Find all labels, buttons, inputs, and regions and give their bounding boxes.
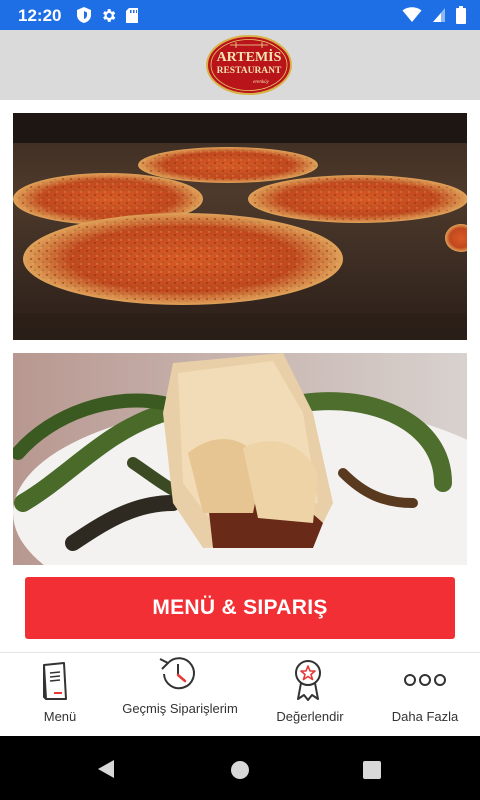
content-area	[0, 100, 480, 565]
status-left-icons	[76, 6, 139, 24]
nav-label-more: Daha Fazla	[391, 709, 459, 724]
restaurant-logo: ARTEMİS RESTAURANT erenköy	[206, 35, 292, 95]
wrap-image	[13, 353, 467, 565]
logo-tagline: erenköy	[253, 80, 269, 85]
gear-icon	[103, 8, 116, 22]
wifi-icon	[402, 7, 422, 22]
battery-icon	[456, 6, 466, 24]
nav-label-menu: Menü	[43, 709, 77, 724]
menu-book-icon	[43, 662, 67, 700]
nav-item-rate[interactable]: Değerlendir	[250, 653, 370, 737]
nav-item-order-history[interactable]: Geçmiş Siparişlerim	[120, 653, 240, 737]
food-photo-lahmacun[interactable]	[13, 113, 467, 340]
cta-area: MENÜ & SIPARIŞ	[0, 565, 480, 652]
logo-line1: ARTEMİS	[217, 48, 282, 65]
shield-icon	[77, 7, 91, 23]
bottom-nav: Menü Geçmiş Siparişlerim Değerlendir Dah…	[0, 652, 480, 737]
status-time: 12:20	[18, 6, 62, 25]
sd-card-icon	[126, 7, 138, 23]
signal-icon	[433, 8, 445, 22]
lahmacun-image	[13, 113, 467, 340]
recents-button[interactable]	[362, 760, 382, 780]
more-dots-icon	[404, 674, 446, 686]
nav-label-rate: Değerlendir	[276, 709, 344, 724]
menu-order-button[interactable]: MENÜ & SIPARIŞ	[25, 577, 455, 639]
back-button[interactable]	[96, 758, 116, 780]
food-photo-wrap[interactable]	[13, 353, 467, 565]
nav-item-more[interactable]: Daha Fazla	[365, 653, 480, 737]
status-right-icons	[402, 6, 466, 24]
rating-badge-icon	[295, 660, 321, 701]
nav-item-menu[interactable]: Menü	[0, 653, 120, 737]
history-clock-icon	[159, 657, 195, 690]
system-nav-bar	[0, 736, 480, 800]
home-button[interactable]	[230, 760, 250, 780]
nav-label-order-history: Geçmiş Siparişlerim	[122, 701, 238, 716]
status-bar: 12:20	[0, 0, 480, 30]
logo-line2: RESTAURANT	[217, 66, 282, 76]
